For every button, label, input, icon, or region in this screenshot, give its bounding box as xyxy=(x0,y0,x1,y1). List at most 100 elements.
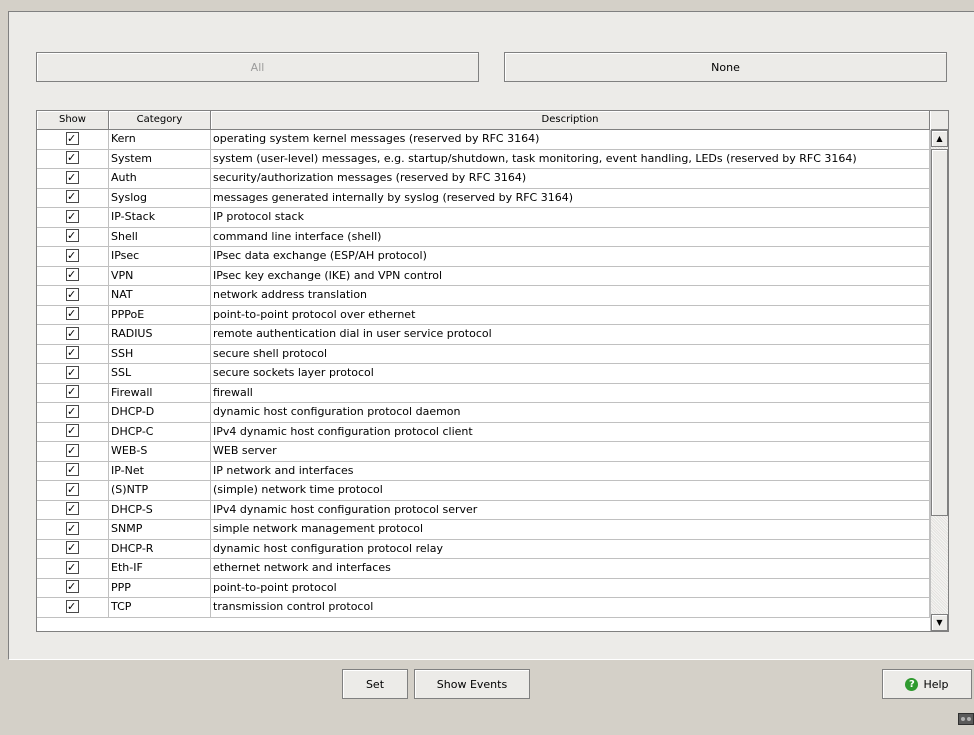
header-description[interactable]: Description xyxy=(211,111,930,129)
show-events-button[interactable]: Show Events xyxy=(414,669,530,699)
table-row[interactable]: SSLsecure sockets layer protocol xyxy=(37,364,930,384)
category-cell: Kern xyxy=(109,130,211,149)
show-checkbox[interactable] xyxy=(66,306,79,323)
show-cell xyxy=(37,266,109,285)
show-checkbox[interactable] xyxy=(66,130,79,148)
show-cell xyxy=(37,559,109,578)
category-cell: SSH xyxy=(109,344,211,363)
table-row[interactable]: DHCP-Ddynamic host configuration protoco… xyxy=(37,403,930,423)
table-row[interactable]: DHCP-CIPv4 dynamic host configuration pr… xyxy=(37,422,930,442)
help-button[interactable]: ? Help xyxy=(882,669,972,699)
category-cell: Firewall xyxy=(109,383,211,402)
set-button[interactable]: Set xyxy=(342,669,408,699)
show-checkbox[interactable] xyxy=(66,501,79,518)
show-cell xyxy=(37,500,109,519)
show-cell xyxy=(37,149,109,168)
table-row[interactable]: Kernoperating system kernel messages (re… xyxy=(37,130,930,150)
description-cell: dynamic host configuration protocol daem… xyxy=(211,403,930,422)
description-cell: WEB server xyxy=(211,442,930,461)
table-row[interactable]: (S)NTP(simple) network time protocol xyxy=(37,481,930,501)
table-row[interactable]: PPPoEpoint-to-point protocol over ethern… xyxy=(37,305,930,325)
table-row[interactable]: SNMPsimple network management protocol xyxy=(37,520,930,540)
scroll-down-arrow-icon[interactable]: ▼ xyxy=(931,614,948,631)
show-checkbox[interactable] xyxy=(66,267,79,284)
table-row[interactable]: VPNIPsec key exchange (IKE) and VPN cont… xyxy=(37,266,930,286)
show-cell xyxy=(37,403,109,422)
category-cell: DHCP-R xyxy=(109,539,211,558)
show-cell xyxy=(37,461,109,480)
show-checkbox[interactable] xyxy=(66,520,79,538)
category-cell: Shell xyxy=(109,227,211,246)
table-row[interactable]: TCPtransmission control protocol xyxy=(37,598,930,618)
table-row[interactable]: SSHsecure shell protocol xyxy=(37,344,930,364)
description-cell: network address translation xyxy=(211,286,930,305)
show-cell xyxy=(37,247,109,266)
show-checkbox[interactable] xyxy=(66,345,79,362)
show-checkbox[interactable] xyxy=(66,286,79,304)
show-checkbox[interactable] xyxy=(66,247,79,265)
table-row[interactable]: DHCP-SIPv4 dynamic host configuration pr… xyxy=(37,500,930,520)
show-cell xyxy=(37,520,109,539)
table-row[interactable]: Eth-IFethernet network and interfaces xyxy=(37,559,930,579)
category-cell: TCP xyxy=(109,598,211,617)
category-cell: NAT xyxy=(109,286,211,305)
show-checkbox[interactable] xyxy=(66,462,79,479)
help-label: Help xyxy=(923,677,949,691)
show-checkbox[interactable] xyxy=(66,540,79,557)
category-cell: SSL xyxy=(109,364,211,383)
show-checkbox[interactable] xyxy=(66,559,79,577)
scroll-thumb[interactable] xyxy=(931,149,948,516)
show-cell xyxy=(37,481,109,500)
table-row[interactable]: PPPpoint-to-point protocol xyxy=(37,578,930,598)
show-checkbox[interactable] xyxy=(66,208,79,226)
description-cell: IPsec key exchange (IKE) and VPN control xyxy=(211,266,930,285)
show-checkbox[interactable] xyxy=(66,598,79,616)
description-cell: messages generated internally by syslog … xyxy=(211,188,930,207)
show-checkbox[interactable] xyxy=(66,364,79,382)
table-row[interactable]: Syslogmessages generated internally by s… xyxy=(37,188,930,208)
show-checkbox[interactable] xyxy=(66,423,79,440)
show-cell xyxy=(37,539,109,558)
table-row[interactable]: IP-StackIP protocol stack xyxy=(37,208,930,228)
show-checkbox[interactable] xyxy=(66,403,79,421)
table-row[interactable]: Shellcommand line interface (shell) xyxy=(37,227,930,247)
show-checkbox[interactable] xyxy=(66,579,79,596)
category-cell: DHCP-D xyxy=(109,403,211,422)
description-cell: secure shell protocol xyxy=(211,344,930,363)
show-cell xyxy=(37,286,109,305)
none-button[interactable]: None xyxy=(504,52,947,82)
table-row[interactable]: IPsecIPsec data exchange (ESP/AH protoco… xyxy=(37,247,930,267)
description-cell: simple network management protocol xyxy=(211,520,930,539)
header-show[interactable]: Show xyxy=(37,111,109,129)
table-row[interactable]: Authsecurity/authorization messages (res… xyxy=(37,169,930,189)
show-checkbox[interactable] xyxy=(66,150,79,167)
show-cell xyxy=(37,578,109,597)
vertical-scrollbar[interactable]: ▲ ▼ xyxy=(930,130,948,631)
header-category[interactable]: Category xyxy=(109,111,211,129)
category-cell: IPsec xyxy=(109,247,211,266)
show-checkbox[interactable] xyxy=(66,189,79,206)
show-checkbox[interactable] xyxy=(66,384,79,401)
show-checkbox[interactable] xyxy=(66,169,79,187)
description-cell: command line interface (shell) xyxy=(211,227,930,246)
table-row[interactable]: Systemsystem (user-level) messages, e.g.… xyxy=(37,149,930,169)
category-cell: PPP xyxy=(109,578,211,597)
all-button[interactable]: All xyxy=(36,52,479,82)
table-row[interactable]: Firewallfirewall xyxy=(37,383,930,403)
description-cell: remote authentication dial in user servi… xyxy=(211,325,930,344)
table-row[interactable]: RADIUSremote authentication dial in user… xyxy=(37,325,930,345)
show-checkbox[interactable] xyxy=(66,228,79,245)
show-checkbox[interactable] xyxy=(66,442,79,460)
table-header: Show Category Description xyxy=(37,111,930,130)
table-row[interactable]: DHCP-Rdynamic host configuration protoco… xyxy=(37,539,930,559)
category-cell: (S)NTP xyxy=(109,481,211,500)
table-row[interactable]: IP-NetIP network and interfaces xyxy=(37,461,930,481)
event-category-table: Show Category Description Kernoperating … xyxy=(36,110,949,632)
table-row[interactable]: WEB-SWEB server xyxy=(37,442,930,462)
show-cell xyxy=(37,227,109,246)
show-checkbox[interactable] xyxy=(66,481,79,499)
scroll-up-arrow-icon[interactable]: ▲ xyxy=(931,130,948,147)
table-row[interactable]: NATnetwork address translation xyxy=(37,286,930,306)
show-cell xyxy=(37,422,109,441)
show-checkbox[interactable] xyxy=(66,325,79,343)
